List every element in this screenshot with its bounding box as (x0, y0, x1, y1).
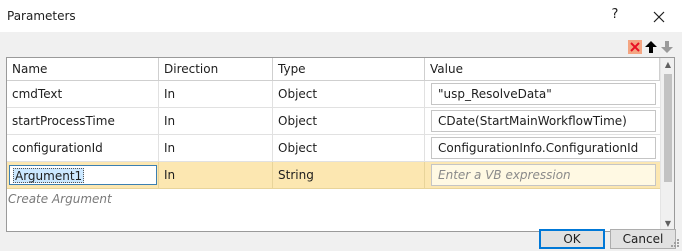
scroll-up-icon[interactable]: ▲ (661, 58, 675, 72)
value-input[interactable]: CDate(StartMainWorkflowTime) (431, 110, 656, 132)
cancel-button[interactable]: Cancel (610, 229, 676, 249)
type-cell[interactable]: Object (273, 108, 425, 135)
grid-header: Name Direction Type Value (7, 58, 660, 81)
close-icon[interactable] (648, 6, 670, 28)
arrow-up-icon[interactable] (644, 40, 658, 54)
name-input[interactable]: Argument1 (9, 165, 157, 185)
column-header-name[interactable]: Name (7, 58, 159, 81)
create-argument-link[interactable]: Create Argument (7, 189, 660, 209)
column-header-direction[interactable]: Direction (159, 58, 273, 81)
table-row[interactable]: configurationId In Object ConfigurationI… (7, 135, 660, 162)
arguments-grid: Name Direction Type Value cmdText In Obj… (6, 57, 675, 232)
window-title: Parameters (7, 9, 76, 23)
column-header-type[interactable]: Type (273, 58, 425, 81)
title-bar: Parameters ? (0, 0, 682, 32)
column-header-value[interactable]: Value (425, 58, 660, 81)
resize-grip-icon[interactable] (668, 236, 680, 248)
name-cell[interactable]: Argument1 (7, 162, 159, 189)
name-cell[interactable]: startProcessTime (7, 108, 159, 135)
help-button[interactable]: ? (605, 7, 625, 25)
direction-dropdown[interactable]: In (159, 162, 273, 189)
direction-cell[interactable]: In (159, 81, 273, 108)
type-dropdown[interactable]: String (273, 162, 425, 189)
direction-cell[interactable]: In (159, 135, 273, 162)
value-input[interactable]: Enter a VB expression (431, 164, 656, 186)
direction-cell[interactable]: In (159, 108, 273, 135)
table-row[interactable]: startProcessTime In Object CDate(StartMa… (7, 108, 660, 135)
ok-button[interactable]: OK (539, 229, 605, 249)
selected-name-text[interactable]: Argument1 (13, 168, 85, 183)
type-cell[interactable]: Object (273, 135, 425, 162)
arrow-down-icon[interactable] (660, 40, 674, 54)
value-input[interactable]: "usp_ResolveData" (431, 83, 656, 105)
vertical-scrollbar[interactable]: ▲ ▼ (660, 58, 674, 231)
value-input[interactable]: ConfigurationInfo.ConfigurationId (431, 137, 656, 159)
scrollbar-thumb[interactable] (664, 74, 672, 182)
dialog-content: Name Direction Type Value cmdText In Obj… (0, 32, 682, 251)
name-cell[interactable]: cmdText (7, 81, 159, 108)
table-row[interactable]: cmdText In Object "usp_ResolveData" (7, 81, 660, 108)
name-cell[interactable]: configurationId (7, 135, 159, 162)
type-cell[interactable]: Object (273, 81, 425, 108)
delete-x-icon[interactable] (628, 40, 642, 54)
new-argument-row[interactable]: Argument1 In String Enter a VB expressio… (7, 162, 660, 189)
